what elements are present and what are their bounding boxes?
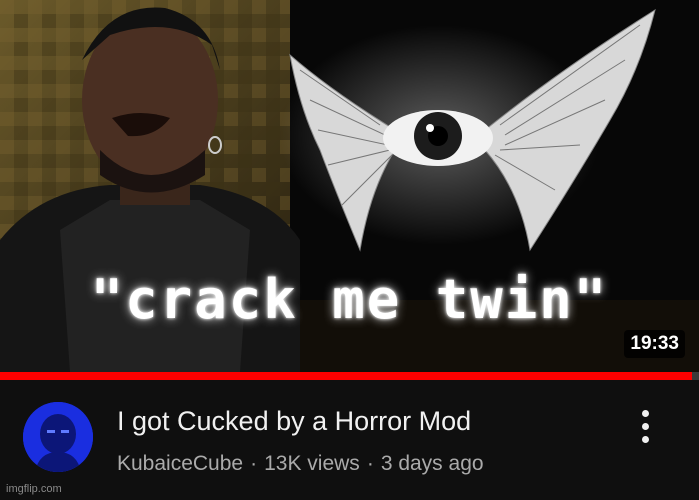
watermark: imgflip.com <box>6 483 62 495</box>
separator: · <box>366 452 374 475</box>
video-title[interactable]: I got Cucked by a Horror Mod <box>117 406 471 437</box>
dot <box>641 409 649 417</box>
separator: · <box>250 452 258 475</box>
avatar-icon <box>23 402 93 472</box>
dot <box>641 435 649 443</box>
view-count: 13K views <box>264 452 360 475</box>
video-thumbnail[interactable]: "crack me twin" 19:33 <box>0 0 699 372</box>
channel-name[interactable]: KubaiceCube <box>117 452 243 475</box>
dot <box>641 422 649 430</box>
thumbnail-caption: "crack me twin" <box>90 268 609 331</box>
duration-badge: 19:33 <box>624 330 685 358</box>
watch-progress-bar <box>0 372 699 380</box>
watch-progress-fill <box>0 372 692 380</box>
upload-age: 3 days ago <box>380 452 484 475</box>
video-subline: KubaiceCube · 13K views · 3 days ago <box>117 452 484 476</box>
video-meta[interactable]: I got Cucked by a Horror Mod KubaiceCube… <box>0 380 699 500</box>
channel-avatar[interactable] <box>23 402 93 472</box>
more-vert-icon[interactable] <box>630 406 660 446</box>
